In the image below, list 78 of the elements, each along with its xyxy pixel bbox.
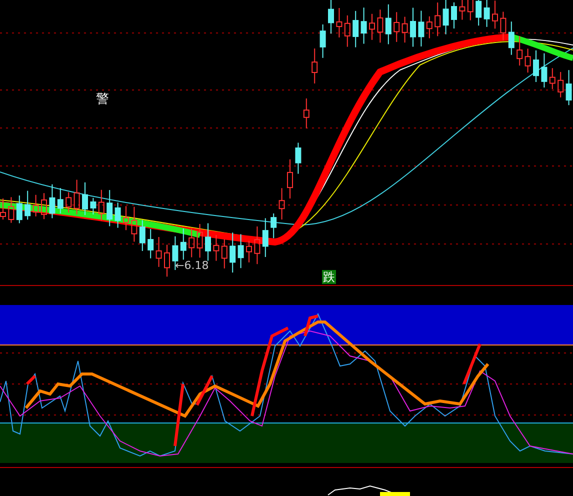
candlestick: [156, 236, 162, 268]
signal-line: [462, 343, 482, 385]
candlestick: [418, 10, 424, 47]
signal-line: [304, 314, 318, 336]
candlestick: [549, 68, 556, 90]
signal-line: [174, 384, 184, 446]
candlestick: [320, 24, 326, 58]
candlestick: [394, 12, 400, 42]
histogram-bar: [380, 492, 410, 496]
candlestick: [492, 0, 498, 30]
candlestick: [213, 234, 220, 262]
candlestick: [66, 192, 72, 213]
candlestick: [254, 226, 260, 265]
candlestick: [32, 194, 39, 217]
candlestick: [385, 4, 392, 45]
candlestick: [442, 0, 449, 35]
signal-line: [26, 374, 36, 386]
candlestick: [336, 8, 342, 38]
candlestick: [196, 223, 203, 258]
alert-label: 警: [96, 93, 109, 107]
candlestick: [467, 0, 474, 21]
candlestick: [541, 52, 548, 88]
candlestick: [434, 2, 441, 37]
candlestick: [410, 7, 416, 48]
candlestick: [558, 71, 564, 98]
candlestick: [369, 13, 375, 40]
candlestick: [106, 190, 113, 227]
candlestick: [131, 206, 138, 242]
candlestick: [24, 190, 31, 220]
candlestick: [344, 14, 350, 48]
candlestick: [123, 206, 129, 231]
candlestick: [262, 218, 268, 258]
candlestick: [180, 228, 186, 260]
candlestick: [451, 2, 457, 29]
candlestick: [303, 98, 310, 129]
candlestick: [57, 188, 64, 214]
candlestick: [8, 196, 14, 224]
signal-badge: 跌: [322, 270, 336, 284]
candlestick: [164, 244, 170, 278]
low-price-label: ←6.18: [175, 259, 209, 272]
candlestick: [328, 0, 334, 34]
candlestick: [278, 188, 285, 220]
candlestick: [524, 48, 531, 74]
candlestick: [41, 192, 47, 220]
candlestick: [295, 142, 302, 174]
candlestick: [74, 179, 80, 215]
candlestick: [287, 158, 293, 199]
candlestick: [230, 232, 236, 274]
candlestick: [0, 198, 6, 220]
candlestick: [148, 228, 154, 259]
candlestick: [205, 222, 211, 262]
candlestick: [49, 184, 56, 219]
candlestick: [533, 50, 539, 82]
candlestick: [16, 194, 22, 224]
candlestick: [82, 182, 88, 216]
candlestick: [312, 48, 318, 84]
candlestick: [98, 189, 104, 222]
candlestick: [90, 197, 96, 215]
candlestick: [352, 10, 359, 48]
candlestick: [188, 228, 195, 258]
candlestick: [484, 0, 490, 28]
candlestick: [402, 16, 408, 44]
candlestick: [139, 220, 146, 252]
candlestick: [508, 21, 514, 56]
candlestick: [270, 212, 277, 239]
candlestick: [426, 16, 432, 39]
candlestick: [221, 238, 228, 269]
candlestick: [566, 70, 572, 106]
candlestick: [238, 234, 244, 269]
candlestick: [114, 202, 121, 228]
signal-line: [196, 375, 214, 406]
candlestick: [377, 9, 384, 44]
candlestick: [459, 0, 466, 20]
candlestick: [516, 36, 523, 66]
candlestick: [360, 7, 367, 44]
candlestick: [246, 240, 252, 263]
candlestick: [476, 0, 482, 26]
candlestick: [500, 11, 506, 41]
